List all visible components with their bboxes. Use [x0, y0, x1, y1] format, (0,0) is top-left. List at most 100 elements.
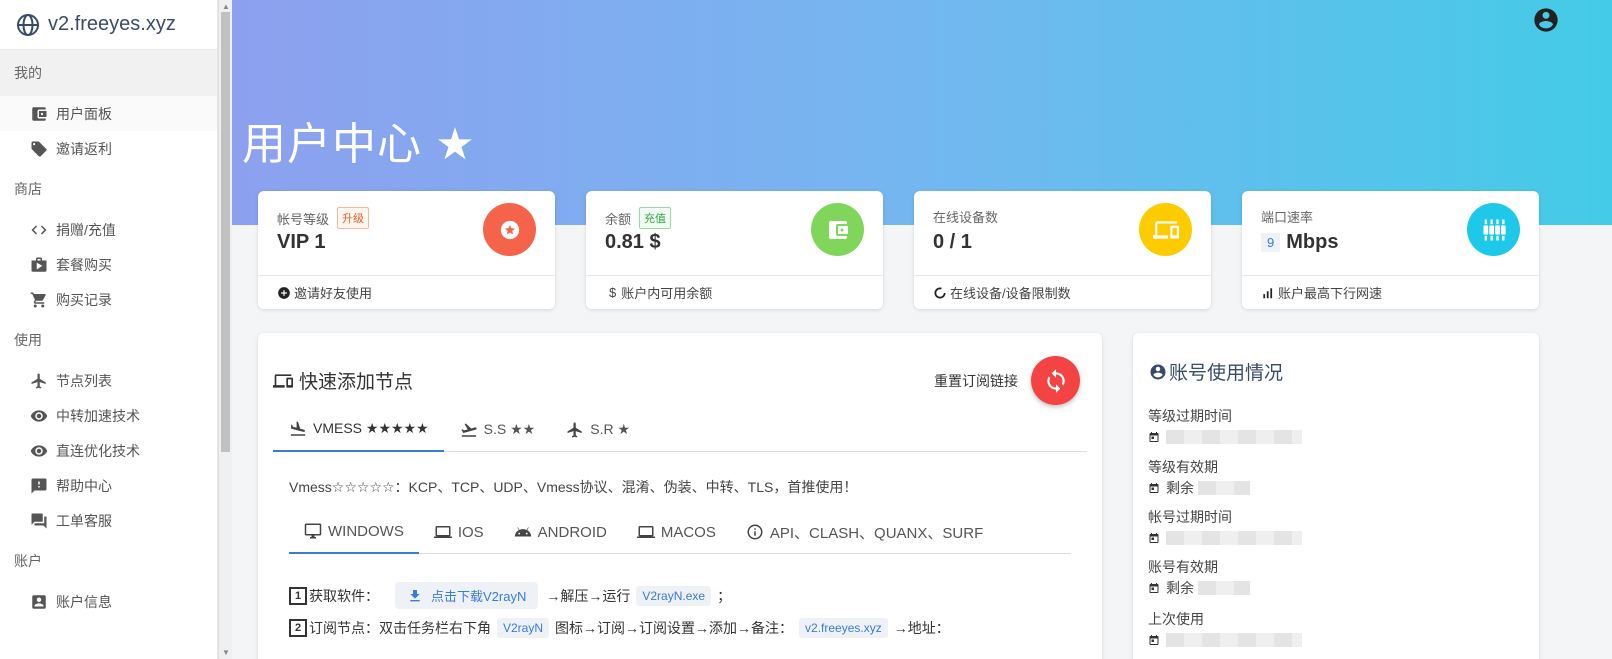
refresh-icon	[1046, 368, 1065, 393]
recharge-badge[interactable]: 充值	[639, 207, 672, 229]
sidebar-item-user-panel[interactable]: 用户面板	[0, 96, 217, 131]
stat-card-balance: 余额 充值 0.81 $ $ 账户内可用余额	[586, 191, 883, 309]
reset-subscription-label: 重置订阅链接	[934, 373, 1018, 389]
scroll-down-arrow-icon[interactable]: ▼	[222, 648, 230, 657]
airplane-icon	[31, 373, 46, 388]
stat-card-devices: 在线设备数 0 / 1 在线设备/设备限制数	[914, 191, 1211, 309]
sidebar-item-donate[interactable]: 捐赠/充值	[0, 212, 217, 247]
page-title: 用户中心 ★	[242, 120, 476, 169]
sidebar-item-packages[interactable]: 套餐购买	[0, 247, 217, 282]
step-number: 1	[289, 586, 307, 605]
sidebar-item-direct[interactable]: 直连优化技术	[0, 433, 217, 468]
stat-footer-text: 账户最高下行网速	[1278, 286, 1383, 301]
protocol-tabs: VMESS ★★★★★ S.S ★★ S.R ★	[273, 407, 1087, 452]
brand[interactable]: v2.freeyes.xyz	[0, 0, 217, 50]
tab-label: VMESS ★★★★★	[313, 420, 429, 436]
sidebar-item-nodes[interactable]: 节点列表	[0, 363, 217, 398]
brand-title: v2.freeyes.xyz	[48, 13, 176, 35]
add-circle-icon	[278, 286, 290, 299]
usage-row: 等级有效期 剩余	[1148, 457, 1250, 499]
step-text: 图标→订阅→订阅设置→添加→备注：	[555, 620, 794, 636]
tab-vmess[interactable]: VMESS ★★★★★	[273, 407, 444, 452]
cart-icon	[30, 292, 46, 307]
tab-label: ANDROID	[537, 523, 607, 541]
tab-label: S.S ★★	[483, 421, 536, 437]
sidebar-item-label: 帮助中心	[56, 477, 112, 494]
stat-footer: 账户最高下行网速	[1242, 275, 1539, 309]
ethernet-circle-icon	[1467, 203, 1520, 256]
shop-icon	[31, 257, 47, 272]
tab-ss[interactable]: S.S ★★	[444, 407, 551, 452]
laptop-icon	[433, 526, 452, 538]
stat-card-speed: 端口速率 9 Mbps 账户最高下行网速	[1242, 191, 1539, 309]
usage-prefix: 剩余	[1166, 580, 1194, 596]
sidebar-item-label: 套餐购买	[56, 256, 112, 273]
redacted-value	[1198, 581, 1250, 595]
step-number: 2	[289, 619, 307, 637]
sidebar-item-invite[interactable]: 邀请返利	[0, 131, 217, 166]
reset-subscription-button[interactable]	[1031, 356, 1080, 405]
devices-icon	[273, 373, 293, 388]
stat-label: 在线设备数	[933, 210, 999, 225]
tab-label: MACOS	[660, 523, 716, 541]
speed-unit: Mbps	[1286, 231, 1339, 253]
stat-value: VIP 1	[277, 231, 326, 253]
tag-icon	[31, 141, 47, 157]
step-text: →解压→运行	[546, 587, 631, 604]
sidebar-item-label: 账户信息	[56, 593, 112, 610]
sidebar-item-label: 工单客服	[56, 512, 112, 529]
sidebar-item-relay[interactable]: 中转加速技术	[0, 398, 217, 433]
step-2: 2 订阅节点：双击任务栏右下角 V2rayN 图标→订阅→订阅设置→添加→备注：…	[289, 618, 950, 638]
flight-land-icon	[290, 421, 306, 436]
tab-macos[interactable]: MACOS	[622, 510, 731, 554]
usage-row: 等级过期时间	[1148, 406, 1302, 448]
sidebar-section-use: 使用	[14, 332, 42, 348]
forum-icon	[31, 513, 47, 528]
tab-ios[interactable]: IOS	[419, 510, 499, 554]
scroll-up-arrow-icon[interactable]: ▲	[222, 2, 230, 11]
sidebar: v2.freeyes.xyz 我的 用户面板 邀请返利 商店 捐赠/充值 套餐购…	[0, 0, 218, 659]
usage-label: 账号有效期	[1148, 559, 1218, 575]
remark-chip[interactable]: v2.freeyes.xyz	[799, 618, 888, 638]
download-v2rayn-button[interactable]: 点击下载V2rayN	[395, 582, 539, 609]
tab-api[interactable]: API、CLASH、QUANX、SURF	[731, 510, 998, 554]
sidebar-section-account: 账户	[14, 553, 42, 569]
calendar-icon	[1149, 635, 1159, 645]
usage-label: 帐号过期时间	[1148, 509, 1232, 525]
scrollbar-thumb[interactable]	[221, 12, 230, 452]
upgrade-badge[interactable]: 升级	[337, 207, 370, 229]
sidebar-item-help[interactable]: 帮助中心	[0, 468, 217, 503]
calendar-icon	[1149, 483, 1159, 493]
android-icon	[514, 527, 531, 537]
download-label: 点击下载V2rayN	[431, 589, 527, 604]
sidebar-item-account-info[interactable]: 账户信息	[0, 584, 217, 619]
sidebar-item-orders[interactable]: 购买记录	[0, 282, 217, 317]
calendar-icon	[1149, 533, 1159, 543]
speed-number: 9	[1261, 233, 1281, 252]
redacted-value	[1198, 481, 1250, 495]
sidebar-item-tickets[interactable]: 工单客服	[0, 503, 217, 538]
stat-footer-text: 在线设备/设备限制数	[950, 286, 1071, 301]
stat-footer: $ 账户内可用余额	[586, 275, 883, 309]
account-circle-icon[interactable]	[1532, 6, 1560, 34]
calendar-icon	[1149, 432, 1159, 442]
step-label: 获取软件：	[309, 587, 379, 604]
stat-value: 0.81 $	[605, 231, 661, 253]
devices-circle-icon	[1139, 203, 1192, 256]
tab-windows[interactable]: WINDOWS	[289, 510, 419, 554]
quick-add-card: 快速添加节点 重置订阅链接 VMESS ★★★★★ S.S ★★ S.R ★ V…	[258, 333, 1102, 659]
sidebar-item-label: 中转加速技术	[56, 407, 140, 424]
stat-value: 9 Mbps	[1261, 231, 1338, 254]
account-usage-card: 账号使用情况 等级过期时间 等级有效期 剩余 帐号过期时间 账号有效期 剩余 上…	[1133, 333, 1539, 659]
protocol-description: Vmess☆☆☆☆☆：KCP、TCP、UDP、Vmess协议、混淆、伪装、中转、…	[289, 479, 858, 495]
tab-label: WINDOWS	[328, 522, 404, 540]
tab-android[interactable]: ANDROID	[499, 510, 622, 554]
step-1: 1 获取软件： 点击下载V2rayN →解压→运行 V2rayN.exe ；	[289, 582, 731, 609]
dollar-icon: $	[609, 285, 617, 300]
sidebar-scrollbar[interactable]: ▲ ▼	[218, 0, 232, 659]
code-icon	[31, 225, 47, 234]
sidebar-section-mine: 我的	[0, 50, 217, 96]
tab-sr[interactable]: S.R ★	[550, 407, 645, 452]
redacted-value	[1166, 531, 1302, 545]
tab-label: IOS	[457, 523, 484, 541]
